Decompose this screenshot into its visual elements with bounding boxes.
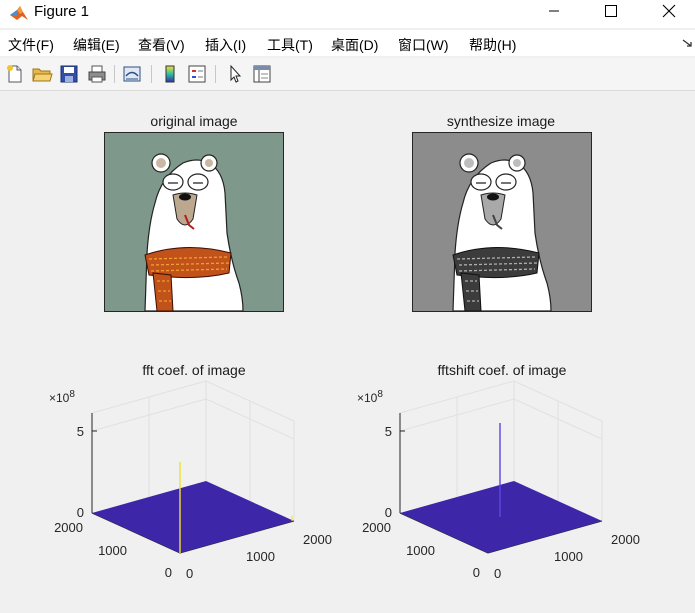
fft-z-scale: ×108 [49, 389, 75, 405]
fftshift-y-tick: 0 [473, 565, 480, 580]
fft-x-tick: 0 [186, 566, 193, 581]
fftshift-z-tick: 0 [385, 505, 392, 520]
fftshift-axes-title: fftshift coef. of image [438, 362, 567, 378]
fft-plots-canvas: fft coef. of image ×108 5 0 2000 1000 0 … [49, 362, 640, 581]
fft-x-tick: 2000 [303, 532, 332, 547]
fftshift-y-tick: 1000 [406, 543, 435, 558]
fftshift-x-tick: 1000 [554, 549, 583, 564]
fftshift-y-tick: 2000 [362, 520, 391, 535]
fft-x-tick: 1000 [246, 549, 275, 564]
fft-z-tick: 0 [77, 505, 84, 520]
fft-y-tick: 2000 [54, 520, 83, 535]
fft-axes-title: fft coef. of image [142, 362, 245, 378]
fft-z-tick: 5 [77, 424, 84, 439]
fft-y-tick: 0 [165, 565, 172, 580]
fft-coef-axes[interactable]: fft coef. of image ×108 5 0 2000 1000 0 … [49, 362, 332, 581]
fftshift-x-tick: 2000 [611, 532, 640, 547]
fftshift-coef-axes[interactable]: fftshift coef. of image ×108 5 0 2000 10… [357, 362, 640, 581]
fftshift-z-tick: 5 [385, 424, 392, 439]
fftshift-x-tick: 0 [494, 566, 501, 581]
fft-y-tick: 1000 [98, 543, 127, 558]
fftshift-z-scale: ×108 [357, 389, 383, 405]
